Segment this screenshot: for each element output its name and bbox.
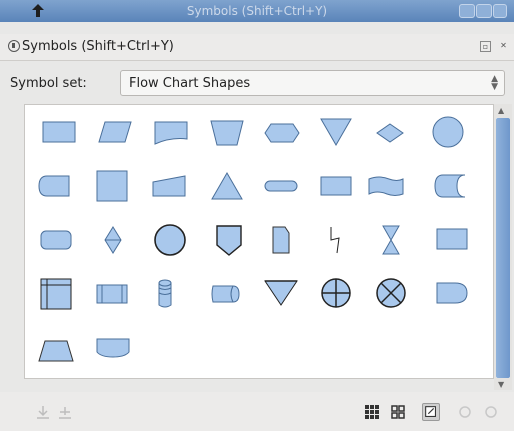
symbol-set-value: Flow Chart Shapes — [129, 76, 251, 91]
fit-symbols-icon[interactable] — [422, 403, 440, 421]
symbol-or[interactable] — [376, 278, 406, 308]
symbol-internal-storage[interactable] — [40, 278, 72, 310]
zoom-in-icon[interactable] — [456, 403, 474, 421]
symbol-merge-triangle[interactable] — [264, 280, 298, 306]
symbol-process[interactable] — [42, 121, 76, 143]
maximize-button[interactable] — [476, 4, 492, 18]
minimize-button[interactable] — [459, 4, 475, 18]
symbol-rectangle[interactable] — [436, 228, 468, 250]
symbol-card-edge[interactable] — [272, 226, 290, 254]
symbol-decision[interactable] — [104, 226, 122, 254]
symbol-manual-operation[interactable] — [210, 120, 244, 146]
bottom-toolbar — [0, 392, 514, 431]
zoom-out-icon[interactable] — [482, 403, 500, 421]
symbol-sort[interactable] — [376, 123, 404, 143]
window-titlebar: Symbols (Shift+Ctrl+Y) — [0, 0, 514, 22]
send-to-document-icon[interactable] — [34, 403, 52, 421]
symbol-connector[interactable] — [432, 116, 464, 148]
symbol-predefined-process[interactable] — [96, 284, 128, 304]
close-button[interactable] — [493, 4, 507, 18]
panel-menu-button[interactable]: ▫ — [480, 41, 491, 52]
scroll-up-arrow-icon[interactable]: ▲ — [498, 106, 504, 115]
panel-title: Symbols (Shift+Ctrl+Y) — [22, 39, 174, 54]
symbol-display[interactable] — [264, 123, 300, 143]
symbol-stored-data[interactable] — [38, 175, 70, 197]
symbol-set-dropdown[interactable]: Flow Chart Shapes ▲ ▼ — [120, 70, 505, 96]
symbol-direct-access[interactable] — [434, 174, 466, 198]
symbol-circle[interactable] — [154, 224, 186, 256]
scroll-thumb[interactable] — [496, 118, 510, 378]
symbol-tape-document[interactable] — [96, 338, 130, 358]
symbol-punched-tape[interactable] — [368, 176, 404, 196]
updown-arrow-icon: ▲ ▼ — [491, 74, 498, 92]
symbol-lightning[interactable] — [330, 227, 340, 254]
symbol-drum[interactable] — [211, 285, 240, 303]
panel-header: Symbols (Shift+Ctrl+Y) ▫ ✕ — [0, 34, 514, 61]
symbol-extract[interactable] — [320, 118, 352, 147]
large-grid-icon[interactable] — [389, 403, 407, 421]
symbol-manual-loop[interactable] — [38, 340, 74, 362]
symbol-manual-input[interactable] — [152, 175, 186, 197]
symbol-process-square[interactable] — [96, 170, 128, 202]
vertical-scrollbar[interactable]: ▲ ▼ — [494, 104, 512, 390]
scroll-down-arrow-icon[interactable]: ▼ — [498, 380, 504, 389]
small-grid-icon[interactable] — [363, 403, 381, 421]
symbol-terminator[interactable] — [264, 180, 298, 192]
symbol-collate[interactable] — [382, 225, 400, 255]
symbol-data[interactable] — [98, 121, 132, 143]
symbol-grid: .s { fill:#a9c8ec; stroke:#4a6f9a; strok… — [24, 104, 494, 379]
symbol-delay[interactable] — [436, 282, 468, 304]
window-title: Symbols (Shift+Ctrl+Y) — [186, 4, 328, 18]
symbol-merge[interactable] — [211, 171, 243, 200]
symbols-panel-icon — [8, 40, 20, 52]
symbol-set-row: Symbol set: Flow Chart Shapes ▲ ▼ — [0, 68, 514, 100]
panel-close-button[interactable]: ✕ — [498, 41, 509, 52]
remove-symbol-icon[interactable] — [56, 403, 74, 421]
symbol-set-label: Symbol set: — [10, 76, 87, 91]
symbol-card[interactable] — [320, 176, 352, 196]
symbol-summing-junction[interactable] — [321, 278, 351, 308]
symbol-magnetic-disk[interactable] — [158, 279, 172, 308]
symbol-document[interactable] — [154, 121, 188, 145]
symbol-off-page-connector[interactable] — [216, 225, 242, 256]
symbol-grid-canvas: .s { fill:#a9c8ec; stroke:#4a6f9a; strok… — [38, 116, 468, 362]
symbol-rounded-process[interactable] — [40, 230, 72, 250]
